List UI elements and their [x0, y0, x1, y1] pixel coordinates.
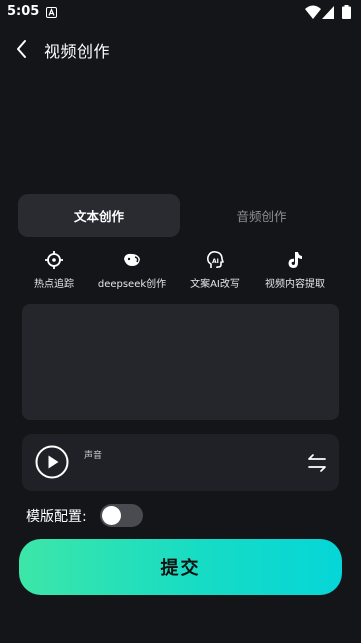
- chevron-left-icon: [17, 40, 26, 58]
- play-icon: [35, 445, 69, 479]
- signal-icon: [322, 6, 334, 19]
- status-bar: 5:05: [0, 0, 361, 26]
- switch-voice-button[interactable]: [306, 452, 328, 474]
- video-creation-screen: 5:05 视频创作 文本创作 音频创作 热点追踪 deepseek创作 AI 文…: [0, 0, 361, 643]
- page-title: 视频创作: [44, 42, 111, 61]
- back-button[interactable]: [12, 38, 34, 60]
- template-config-label: 模版配置:: [26, 509, 87, 525]
- submit-button[interactable]: 提交: [19, 539, 342, 595]
- swap-arrows-icon: [308, 454, 326, 472]
- voice-label: 声音: [84, 451, 103, 461]
- deepseek-whale-icon: [124, 253, 140, 266]
- voice-card: 声音: [22, 434, 339, 491]
- toggle-knob: [102, 506, 121, 525]
- tool-label: deepseek创作: [97, 279, 167, 290]
- tab-text-creation[interactable]: 文本创作: [18, 194, 180, 237]
- tool-label: 热点追踪: [34, 279, 74, 290]
- play-button[interactable]: [35, 445, 69, 479]
- battery-icon: [342, 5, 351, 19]
- tool-ai-rewrite[interactable]: AI 文案AI改写: [184, 250, 246, 294]
- wifi-icon: [305, 5, 321, 19]
- status-time: 5:05: [7, 4, 40, 19]
- template-config-toggle[interactable]: [100, 504, 143, 527]
- crosshair-icon: [45, 251, 63, 269]
- tiktok-icon: [288, 252, 302, 268]
- notification-icon: [46, 7, 57, 18]
- tool-video-extract[interactable]: 视频内容提取: [260, 250, 330, 294]
- tab-audio-creation[interactable]: 音频创作: [180, 194, 343, 237]
- tool-label: 文案AI改写: [190, 279, 240, 290]
- ai-head-icon: AI: [207, 251, 224, 268]
- tab-bar: 文本创作 音频创作: [18, 194, 343, 237]
- svg-text:AI: AI: [212, 258, 219, 265]
- tool-deepseek[interactable]: deepseek创作: [92, 250, 172, 294]
- tool-hot-tracking[interactable]: 热点追踪: [26, 250, 82, 294]
- tool-label: 视频内容提取: [265, 279, 325, 290]
- content-text-area[interactable]: [22, 304, 339, 420]
- tools-row: 热点追踪 deepseek创作 AI 文案AI改写 视频内容提取: [20, 250, 345, 294]
